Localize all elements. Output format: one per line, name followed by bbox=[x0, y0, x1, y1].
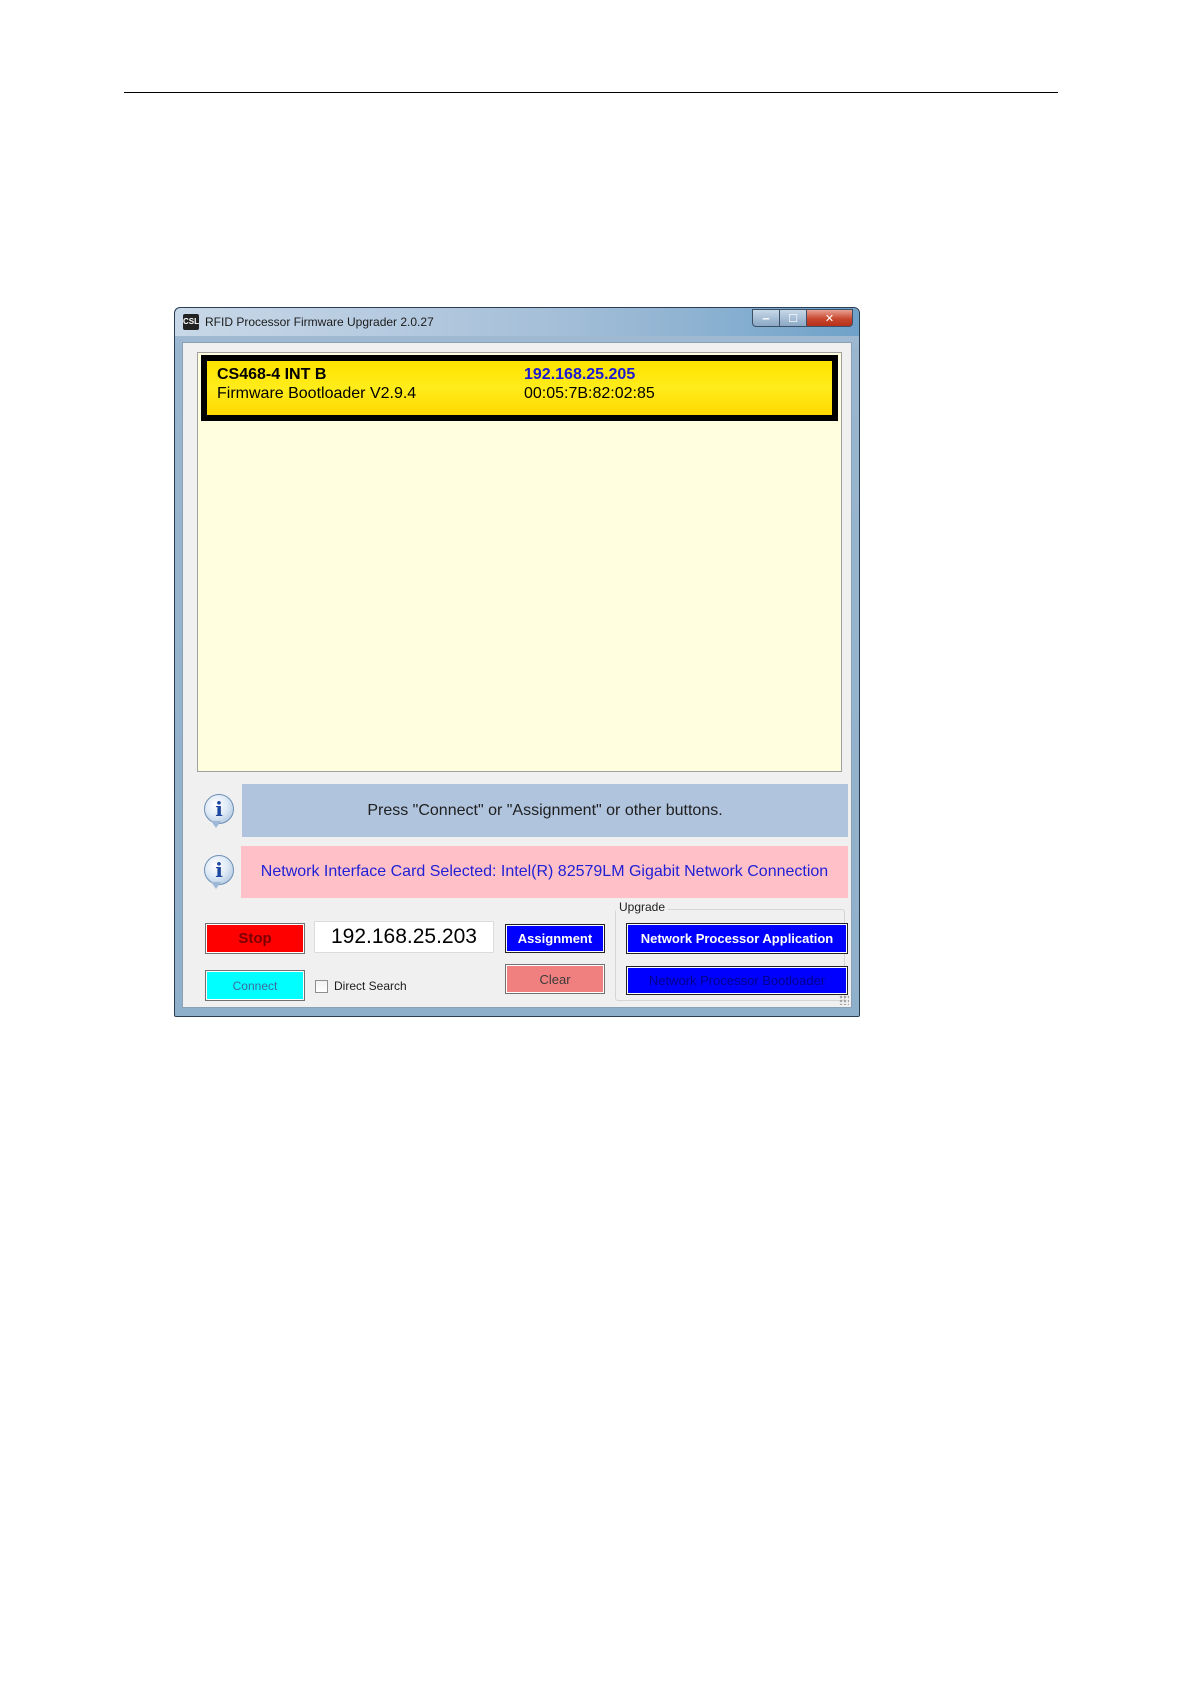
device-name: CS468-4 INT B bbox=[217, 366, 327, 383]
device-list-item[interactable]: CS468-4 INT B Firmware Bootloader V2.9.4… bbox=[201, 355, 838, 421]
stop-button[interactable]: Stop bbox=[205, 923, 305, 954]
window-controls: ‒ ☐ ✕ bbox=[752, 309, 853, 328]
window-title: RFID Processor Firmware Upgrader 2.0.27 bbox=[205, 315, 434, 329]
network-processor-application-button[interactable]: Network Processor Application bbox=[626, 923, 848, 954]
ip-address-input[interactable]: 192.168.25.203 bbox=[314, 921, 494, 953]
direct-search-checkbox[interactable] bbox=[315, 980, 328, 993]
maximize-button[interactable]: ☐ bbox=[780, 309, 807, 327]
clear-button[interactable]: Clear bbox=[505, 964, 605, 994]
device-mac: 00:05:7B:82:02:85 bbox=[524, 385, 655, 402]
direct-search-label[interactable]: Direct Search bbox=[334, 979, 407, 993]
title-bar[interactable]: CSL RFID Processor Firmware Upgrader 2.0… bbox=[175, 308, 859, 336]
resize-grip[interactable] bbox=[839, 995, 849, 1005]
app-window: CSL RFID Processor Firmware Upgrader 2.0… bbox=[174, 307, 860, 1017]
upgrade-group-label: Upgrade bbox=[616, 900, 669, 914]
device-list[interactable]: CS468-4 INT B Firmware Bootloader V2.9.4… bbox=[197, 352, 842, 772]
status-message: Press "Connect" or "Assignment" or other… bbox=[242, 784, 848, 837]
page-header-rule bbox=[124, 92, 1058, 93]
assignment-button[interactable]: Assignment bbox=[505, 924, 605, 953]
client-area: CS468-4 INT B Firmware Bootloader V2.9.4… bbox=[182, 342, 852, 1008]
close-button[interactable]: ✕ bbox=[807, 309, 853, 327]
connect-button[interactable]: Connect bbox=[205, 970, 305, 1001]
minimize-button[interactable]: ‒ bbox=[752, 309, 780, 327]
nic-message: Network Interface Card Selected: Intel(R… bbox=[241, 846, 848, 898]
app-icon: CSL bbox=[183, 314, 199, 330]
device-firmware: Firmware Bootloader V2.9.4 bbox=[217, 385, 417, 402]
info-icon: i bbox=[204, 794, 234, 828]
device-ip: 192.168.25.205 bbox=[524, 366, 636, 383]
network-processor-bootloader-button[interactable]: Network Processor Bootloader bbox=[626, 966, 848, 995]
info-icon: i bbox=[204, 855, 234, 889]
